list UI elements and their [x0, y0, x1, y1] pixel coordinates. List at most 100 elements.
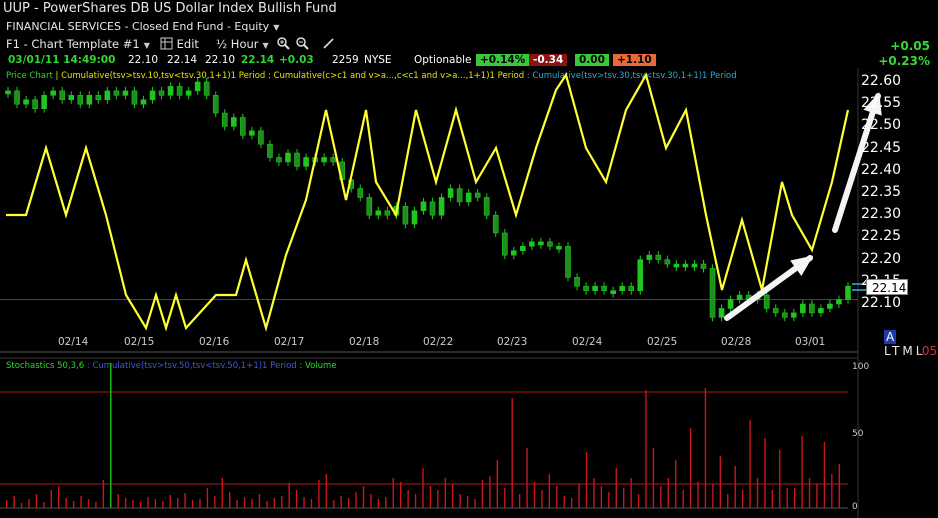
volume-bar: [139, 502, 142, 508]
tick-size: .05: [918, 344, 938, 358]
date-tick: 02/22: [423, 336, 454, 348]
volume-bar: [675, 460, 677, 508]
volume-bar: [117, 494, 119, 508]
volume-bar: [622, 488, 625, 508]
volume-bar: [28, 499, 30, 508]
volume-bar: [236, 500, 238, 508]
price-bar: [827, 303, 833, 309]
price-bar: [682, 263, 689, 268]
volume-bar: [229, 492, 231, 508]
volume-bar: [362, 486, 365, 508]
price-chart[interactable]: [0, 0, 938, 518]
volume-bar: [756, 478, 759, 508]
volume-bar: [727, 494, 729, 508]
price-bar: [619, 285, 625, 291]
volume-bar: [414, 494, 417, 508]
volume-bar: [481, 480, 484, 508]
volume-bar: [719, 456, 722, 508]
date-tick: 02/16: [199, 336, 230, 348]
volume-bar: [764, 438, 766, 508]
price-bar: [836, 299, 842, 305]
volume-bar: [310, 499, 313, 508]
price-bar: [646, 254, 653, 260]
price-bar: [303, 157, 309, 167]
price-tick: 22.30: [861, 206, 902, 223]
volume-bar: [281, 496, 283, 508]
volume-bar: [526, 448, 528, 508]
price-bar: [492, 214, 499, 234]
volume-bar: [80, 496, 82, 508]
price-bar: [68, 95, 75, 101]
volume-bar: [779, 450, 781, 508]
price-bar: [691, 263, 698, 268]
volume-bar: [72, 501, 75, 508]
lower-tick: 100: [852, 362, 870, 372]
volume-bar: [600, 486, 603, 508]
price-bar: [167, 86, 174, 96]
price-bar: [501, 232, 508, 256]
volume-bar: [20, 503, 23, 508]
volume-bar: [466, 496, 469, 508]
price-bar: [565, 245, 571, 278]
price-bar: [791, 312, 797, 318]
volume-bar: [511, 398, 513, 508]
volume-bar: [689, 428, 692, 508]
price-bar: [104, 90, 111, 101]
volume-bar: [474, 499, 476, 508]
volume-bar: [831, 474, 833, 508]
price-tick: 22.55: [861, 95, 902, 112]
volume-bar: [630, 478, 632, 508]
price-bar: [438, 197, 445, 216]
price-tick: 22.25: [861, 228, 902, 245]
volume-bar: [749, 420, 751, 508]
volume-bar: [370, 494, 372, 508]
price-bar: [258, 130, 264, 145]
price-bar: [131, 90, 138, 105]
volume-bar: [422, 468, 424, 508]
price-bar: [592, 285, 598, 291]
volume-bar: [176, 498, 179, 508]
volume-bar: [645, 390, 647, 508]
price-bar: [637, 259, 644, 291]
volume-bar: [563, 496, 565, 508]
volume-bar: [65, 498, 67, 508]
price-bar: [483, 197, 490, 216]
price-bar: [601, 285, 607, 291]
volume-bar: [608, 492, 610, 508]
price-bar: [5, 90, 11, 95]
volume-bar: [793, 488, 796, 508]
price-bar: [384, 210, 391, 216]
price-bar: [194, 81, 201, 92]
price-bar: [818, 308, 824, 314]
price-bar: [149, 90, 156, 101]
volume-bar: [660, 486, 662, 508]
price-bar: [32, 99, 38, 109]
volume-bar: [318, 480, 320, 508]
price-bar: [113, 90, 120, 96]
volume-bar: [258, 494, 261, 508]
volume-bar: [838, 464, 840, 508]
price-bar: [628, 285, 635, 291]
price-bar: [50, 90, 56, 96]
price-bar: [465, 192, 472, 203]
volume-bar: [637, 494, 640, 508]
volume-bar: [385, 497, 387, 508]
price-bar: [511, 250, 517, 256]
price-bar: [529, 241, 535, 247]
price-bar: [727, 299, 734, 309]
date-tick: 02/18: [349, 336, 380, 348]
auto-toggle[interactable]: A: [884, 330, 897, 344]
volume-bar: [682, 490, 684, 508]
volume-bar: [548, 474, 551, 508]
volume-bar: [303, 497, 305, 508]
price-bar: [709, 268, 716, 318]
price-bar: [772, 308, 779, 314]
price-bar: [176, 86, 183, 96]
volume-bar: [556, 486, 558, 508]
volume-bar: [489, 476, 491, 508]
volume-bar: [704, 388, 707, 508]
volume-bar: [652, 448, 655, 508]
price-bar: [95, 95, 102, 101]
price-bar: [429, 201, 436, 216]
volume-bar: [452, 484, 454, 508]
